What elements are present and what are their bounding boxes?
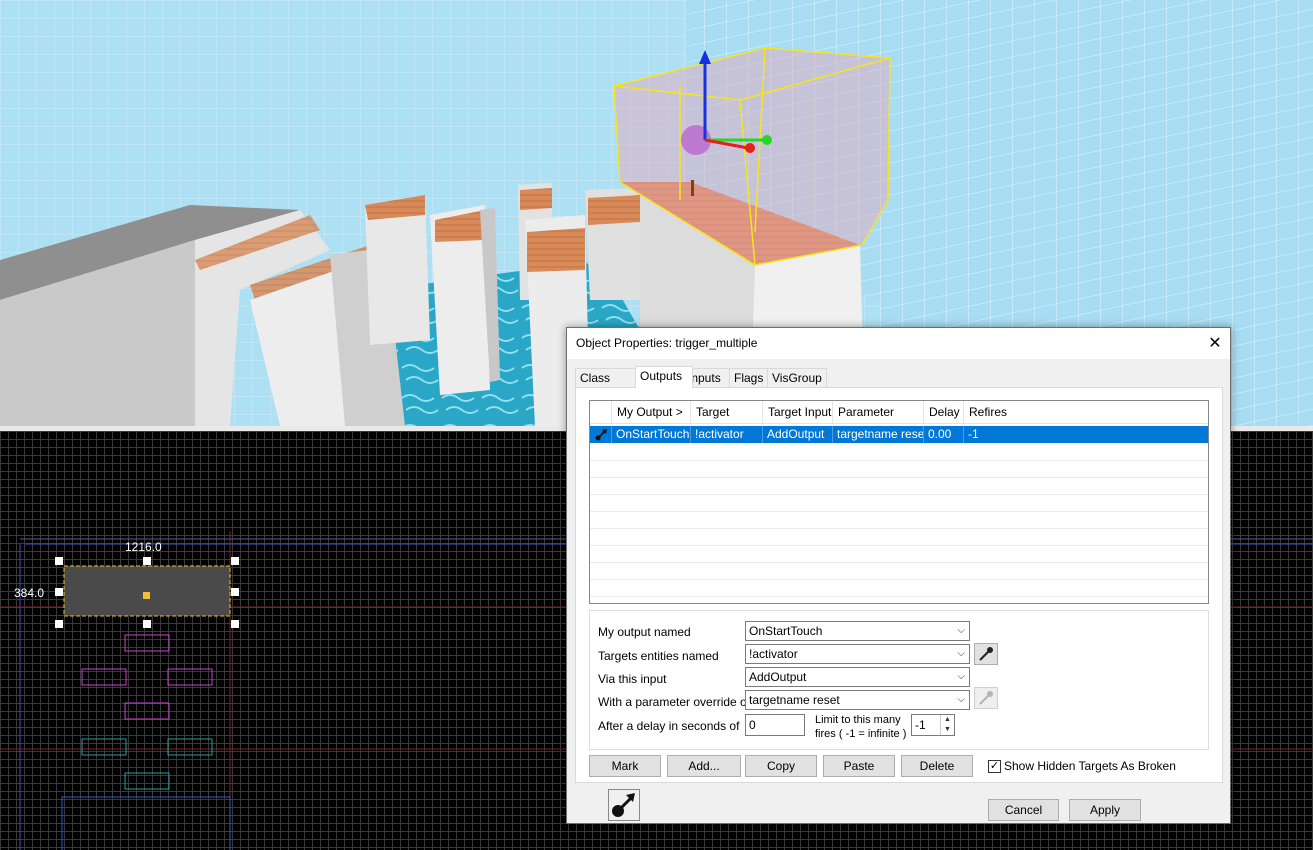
dialog-titlebar[interactable]: Object Properties: trigger_multiple ✕ xyxy=(567,328,1230,359)
delay-value: 0 xyxy=(749,718,756,732)
show-hidden-checkbox[interactable]: ✓ xyxy=(988,760,1001,773)
refire-limit-value: -1 xyxy=(915,718,926,732)
spin-down-icon[interactable]: ▼ xyxy=(941,725,954,735)
output-name-combo[interactable]: OnStartTouch ⌵ xyxy=(745,621,970,641)
object-properties-dialog: Object Properties: trigger_multiple ✕ Cl… xyxy=(566,327,1231,824)
column-target-entity[interactable]: Target Entity xyxy=(691,401,763,441)
chevron-down-icon: ⌵ xyxy=(957,648,965,659)
cancel-button[interactable]: Cancel xyxy=(988,799,1059,821)
delete-button[interactable]: Delete xyxy=(901,755,973,777)
height-dimension-label: 384.0 xyxy=(14,586,45,600)
empty-row xyxy=(590,460,1208,478)
parameter-combo[interactable]: targetname reset ⌵ xyxy=(745,690,970,710)
tab-flags[interactable]: Flags xyxy=(729,368,771,387)
empty-row xyxy=(590,562,1208,580)
chevron-down-icon: ⌵ xyxy=(957,625,965,636)
outputs-list-header: My Output > Target Entity Target Input P… xyxy=(590,401,1208,441)
output-editor: My output named OnStartTouch ⌵ Targets e… xyxy=(589,610,1209,750)
width-dimension-label: 1216.0 xyxy=(125,540,162,554)
input-combo[interactable]: AddOutput ⌵ xyxy=(745,667,970,687)
cell-refires: -1 xyxy=(968,427,979,441)
row-icon-cell xyxy=(590,426,612,443)
limit-label-line1: Limit to this many xyxy=(815,714,901,726)
target-entity-value: !activator xyxy=(749,647,798,661)
output-arrow-icon xyxy=(595,429,607,441)
paste-button[interactable]: Paste xyxy=(823,755,895,777)
empty-row xyxy=(590,528,1208,546)
cell-delay: 0.00 xyxy=(924,426,964,443)
limit-label-line2: fires ( -1 = infinite ) xyxy=(815,728,907,740)
output-name-value: OnStartTouch xyxy=(749,624,823,638)
eyedropper-button[interactable] xyxy=(974,643,998,665)
cell-my-output: OnStartTouch xyxy=(612,426,691,443)
spin-up-icon[interactable]: ▲ xyxy=(941,715,954,725)
eyedropper-icon xyxy=(979,647,993,661)
dialog-title: Object Properties: trigger_multiple xyxy=(576,336,758,350)
column-icon xyxy=(590,401,612,423)
target-entity-combo[interactable]: !activator ⌵ xyxy=(745,644,970,664)
table-row[interactable]: OnStartTouch !activator AddOutput target… xyxy=(590,426,1208,443)
show-hidden-label: Show Hidden Targets As Broken xyxy=(1004,759,1176,773)
outputs-panel: My Output > Target Entity Target Input P… xyxy=(575,387,1223,783)
empty-row xyxy=(590,545,1208,563)
column-delay[interactable]: Delay xyxy=(924,401,964,423)
eyedropper-icon xyxy=(979,691,993,705)
mark-button[interactable]: Mark xyxy=(589,755,661,777)
delay-input[interactable]: 0 xyxy=(745,714,805,736)
cell-parameter: targetname reset xyxy=(833,426,924,443)
cell-target-entity: !activator xyxy=(691,426,763,443)
spin-buttons[interactable]: ▲ ▼ xyxy=(940,715,954,735)
chevron-down-icon: ⌵ xyxy=(957,671,965,682)
cell-target-input: AddOutput xyxy=(763,426,833,443)
parameter-value: targetname reset xyxy=(749,693,840,707)
column-parameter[interactable]: Parameter xyxy=(833,401,924,423)
outputs-list[interactable]: My Output > Target Entity Target Input P… xyxy=(589,400,1209,604)
column-my-output[interactable]: My Output > xyxy=(612,401,691,423)
target-entity-label: Targets entities named xyxy=(598,649,719,663)
empty-row xyxy=(590,511,1208,529)
tab-outputs[interactable]: Outputs xyxy=(635,366,693,388)
empty-row xyxy=(590,477,1208,495)
eyedropper-button-disabled[interactable] xyxy=(974,687,998,709)
tab-class-info[interactable]: Class Info xyxy=(575,368,637,403)
delay-label: After a delay in seconds of xyxy=(598,719,740,733)
close-icon[interactable]: ✕ xyxy=(1200,328,1230,359)
apply-button[interactable]: Apply xyxy=(1069,799,1141,821)
column-refires[interactable]: Refires xyxy=(964,401,1208,423)
copy-button[interactable]: Copy xyxy=(745,755,817,777)
empty-row xyxy=(590,494,1208,512)
empty-row xyxy=(590,443,1208,461)
column-target-input[interactable]: Target Input xyxy=(763,401,833,423)
input-value: AddOutput xyxy=(749,670,807,684)
chevron-down-icon: ⌵ xyxy=(957,694,965,705)
output-type-icon xyxy=(608,789,640,821)
empty-row xyxy=(590,579,1208,597)
add-button[interactable]: Add... xyxy=(667,755,741,777)
parameter-label: With a parameter override of xyxy=(598,695,751,709)
refire-limit-stepper[interactable]: -1 ▲ ▼ xyxy=(911,714,955,736)
tab-visgroup[interactable]: VisGroup xyxy=(767,368,827,387)
output-name-label: My output named xyxy=(598,625,691,639)
input-label: Via this input xyxy=(598,672,667,686)
